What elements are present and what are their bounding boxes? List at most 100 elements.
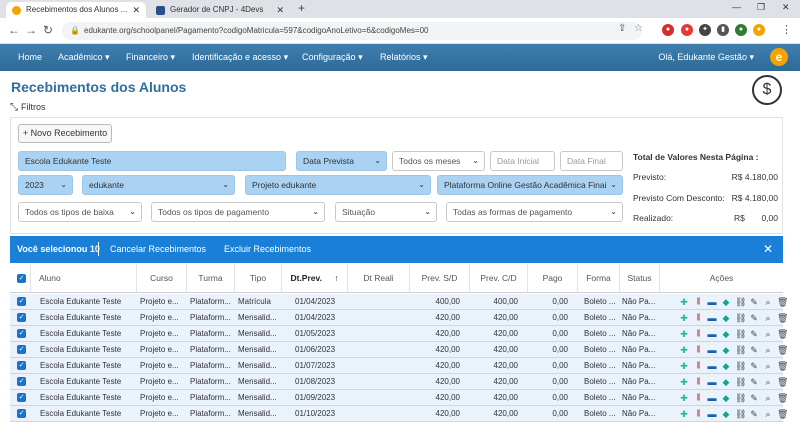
browser-tab-recebimentos[interactable]: Recebimentos dos Alunos ... ✕ <box>6 2 146 18</box>
cancel-recebimentos-button[interactable]: Cancelar Recebimentos <box>110 236 206 263</box>
edit-icon[interactable]: ✎ <box>749 329 759 339</box>
plataforma-select[interactable]: Plataforma Online Gestão Acadêmica Finai… <box>437 175 623 195</box>
trash-icon[interactable]: 🗑 <box>777 345 788 355</box>
data-tipo-select[interactable]: Data Prevista ⌄ <box>296 151 387 171</box>
nav-academico[interactable]: Acadêmico ▾ <box>58 44 110 71</box>
link-icon[interactable]: ⛓ <box>735 409 746 419</box>
row-checkbox[interactable]: ✓ <box>17 409 26 418</box>
tipos-pagamento-select[interactable]: Todos os tipos de pagamento ⌄ <box>151 202 325 222</box>
gem-icon[interactable]: ◆ <box>721 409 731 419</box>
add-icon[interactable]: ✚ <box>679 345 689 355</box>
edit-icon[interactable]: ✎ <box>749 377 759 387</box>
edit-icon[interactable]: ✎ <box>749 409 759 419</box>
col-pago[interactable]: Pago <box>527 264 577 293</box>
barcode-icon[interactable]: ||| <box>693 345 703 355</box>
link-icon[interactable]: ⛓ <box>735 377 746 387</box>
add-icon[interactable]: ✚ <box>679 409 689 419</box>
adblock-extension-icon[interactable]: ● <box>662 24 674 36</box>
search-icon[interactable]: ⌕ <box>763 297 773 307</box>
row-checkbox[interactable]: ✓ <box>17 361 26 370</box>
col-tipo[interactable]: Tipo <box>234 264 281 293</box>
extensions-puzzle-icon[interactable]: ✦ <box>699 24 711 36</box>
table-row[interactable]: ✓ Escola Edukante Teste Projeto e... Plataf… <box>10 358 788 374</box>
link-icon[interactable]: ⛓ <box>735 361 746 371</box>
edit-icon[interactable]: ✎ <box>749 345 759 355</box>
formas-pagamento-select[interactable]: Todas as formas de pagamento ⌄ <box>446 202 623 222</box>
gem-icon[interactable]: ◆ <box>721 329 731 339</box>
row-checkbox[interactable]: ✓ <box>17 297 26 306</box>
bookmark-star-icon[interactable]: ☆ <box>634 23 643 34</box>
edukante-extension-icon[interactable]: ● <box>753 24 765 36</box>
sidebar-toggle-icon[interactable]: ▮ <box>717 24 729 36</box>
row-checkbox[interactable]: ✓ <box>17 329 26 338</box>
card-icon[interactable]: ▬ <box>707 409 717 419</box>
col-prev-sd[interactable]: Prev. S/D <box>409 264 469 293</box>
link-icon[interactable]: ⛓ <box>735 345 746 355</box>
col-curso[interactable]: Curso <box>136 264 186 293</box>
col-forma[interactable]: Forma <box>577 264 619 293</box>
col-aluno[interactable]: Aluno <box>30 264 136 293</box>
meses-select[interactable]: Todos os meses ⌄ <box>392 151 485 171</box>
table-row[interactable]: ✓ Escola Edukante Teste Projeto e... Plataf… <box>10 342 788 358</box>
gem-icon[interactable]: ◆ <box>721 297 731 307</box>
url-field[interactable]: 🔒 edukante.org/schoolpanel/Pagamento?cod… <box>62 22 642 40</box>
trash-icon[interactable]: 🗑 <box>777 329 788 339</box>
col-status[interactable]: Status <box>619 264 659 293</box>
search-icon[interactable]: ⌕ <box>763 345 773 355</box>
card-icon[interactable]: ▬ <box>707 345 717 355</box>
close-window-icon[interactable]: ✕ <box>782 2 790 13</box>
col-dtprev[interactable]: Dt.Prev. ↑ <box>281 264 347 293</box>
browser-menu-icon[interactable]: ⋮ <box>781 23 792 36</box>
edit-icon[interactable]: ✎ <box>749 393 759 403</box>
row-checkbox[interactable]: ✓ <box>17 345 26 354</box>
search-icon[interactable]: ⌕ <box>763 393 773 403</box>
barcode-icon[interactable]: ||| <box>693 361 703 371</box>
reload-icon[interactable]: ↻ <box>43 23 53 37</box>
nav-configuracao[interactable]: Configuração ▾ <box>302 44 363 71</box>
nav-identificacao[interactable]: Identificação e acesso ▾ <box>192 44 288 71</box>
minimize-icon[interactable]: — <box>732 2 741 12</box>
maximize-icon[interactable]: ❐ <box>757 2 765 13</box>
card-icon[interactable]: ▬ <box>707 329 717 339</box>
add-icon[interactable]: ✚ <box>679 329 689 339</box>
barcode-icon[interactable]: ||| <box>693 393 703 403</box>
back-icon[interactable]: ← <box>8 23 20 37</box>
table-row[interactable]: ✓ Escola Edukante Teste Projeto e... Plataf… <box>10 374 788 390</box>
row-checkbox[interactable]: ✓ <box>17 393 26 402</box>
edit-icon[interactable]: ✎ <box>749 313 759 323</box>
nav-financeiro[interactable]: Financeiro ▾ <box>126 44 175 71</box>
trash-icon[interactable]: 🗑 <box>777 393 788 403</box>
share-icon[interactable]: ⇪ <box>618 23 626 34</box>
card-icon[interactable]: ▬ <box>707 297 717 307</box>
gem-icon[interactable]: ◆ <box>721 361 731 371</box>
escola-select[interactable]: edukante ⌄ <box>82 175 235 195</box>
gem-icon[interactable]: ◆ <box>721 345 731 355</box>
add-icon[interactable]: ✚ <box>679 377 689 387</box>
profile-avatar-icon[interactable]: ● <box>735 24 747 36</box>
link-icon[interactable]: ⛓ <box>735 313 746 323</box>
link-icon[interactable]: ⛓ <box>735 393 746 403</box>
barcode-icon[interactable]: ||| <box>693 329 703 339</box>
new-recebimento-button[interactable]: + Novo Recebimento <box>18 124 112 143</box>
table-row[interactable]: ✓ Escola Edukante Teste Projeto e... Plataf… <box>10 390 788 406</box>
data-final-input[interactable]: Data Final <box>560 151 623 171</box>
close-tab-icon[interactable]: ✕ <box>132 2 140 18</box>
table-row[interactable]: ✓ Escola Edukante Teste Projeto e... Plataf… <box>10 406 788 422</box>
card-icon[interactable]: ▬ <box>707 377 717 387</box>
close-tab-icon[interactable]: ✕ <box>276 2 284 18</box>
projeto-select[interactable]: Projeto edukante ⌄ <box>245 175 431 195</box>
trash-icon[interactable]: 🗑 <box>777 409 788 419</box>
excluir-recebimentos-button[interactable]: Excluir Recebimentos <box>224 236 311 263</box>
add-icon[interactable]: ✚ <box>679 393 689 403</box>
data-inicial-input[interactable]: Data Inicial <box>490 151 555 171</box>
link-icon[interactable]: ⛓ <box>735 329 746 339</box>
trash-icon[interactable]: 🗑 <box>777 361 788 371</box>
filters-toggle[interactable]: ⤡ Filtros <box>10 102 46 113</box>
col-prev-cd[interactable]: Prev. C/D <box>469 264 527 293</box>
trash-icon[interactable]: 🗑 <box>777 377 788 387</box>
user-menu[interactable]: Olá, Edukante Gestão ▾ <box>658 44 754 71</box>
forward-icon[interactable]: → <box>25 23 37 37</box>
new-tab-icon[interactable]: + <box>298 1 305 15</box>
row-checkbox[interactable]: ✓ <box>17 377 26 386</box>
browser-tab-gerador-cnpj[interactable]: Gerador de CNPJ - 4Devs ✕ <box>150 2 290 18</box>
